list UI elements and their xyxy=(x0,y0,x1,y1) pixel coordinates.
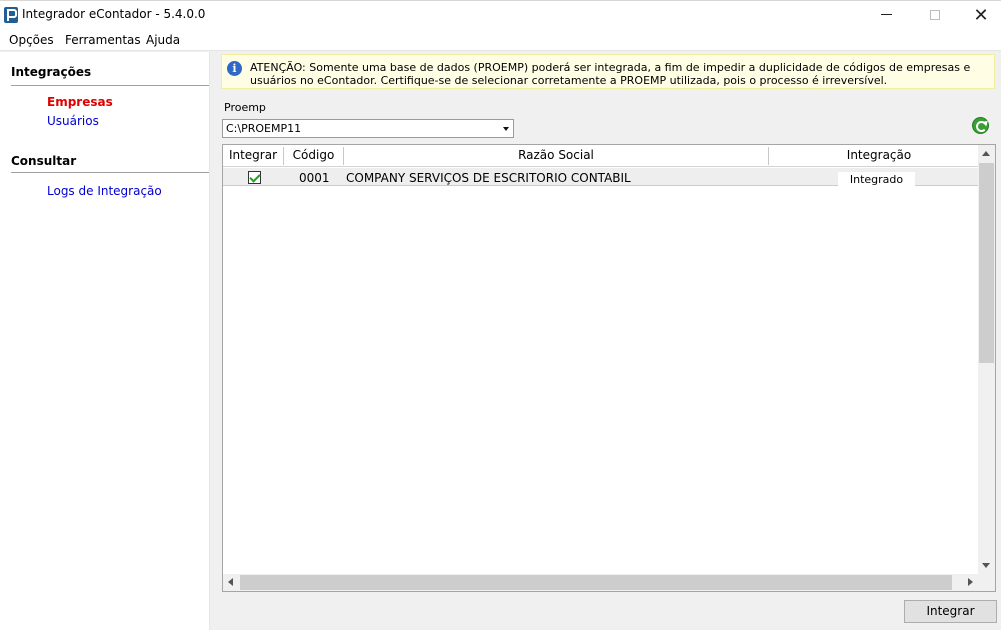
sidebar-section-consultar: Consultar xyxy=(11,154,77,168)
grid-header: Integrar Código Razão Social Integração xyxy=(223,145,978,167)
proemp-select-value: C:\PROEMP11 xyxy=(226,122,302,135)
refresh-icon[interactable] xyxy=(972,117,989,134)
cell-codigo: 0001 xyxy=(299,171,330,185)
scroll-right-icon[interactable] xyxy=(968,578,973,586)
scrollbar-corner xyxy=(978,574,995,591)
maximize-button[interactable] xyxy=(912,1,958,31)
vertical-scrollbar[interactable] xyxy=(978,145,995,574)
warning-banner: i ATENÇÃO: Somente uma base de dados (PR… xyxy=(221,54,995,89)
cell-razao-social: COMPANY SERVIÇOS DE ESCRITORIO CONTABIL xyxy=(346,171,631,185)
warning-text: ATENÇÃO: Somente uma base de dados (PROE… xyxy=(250,61,971,87)
proemp-label: Proemp xyxy=(224,101,266,114)
menu-bar: Opções Ferramentas Ajuda xyxy=(0,30,1001,51)
menu-opcoes[interactable]: Opções xyxy=(9,33,54,47)
integrar-checkbox[interactable] xyxy=(248,171,261,184)
scroll-down-icon[interactable] xyxy=(982,563,990,568)
sidebar: Integrações Empresas Usuários Consultar … xyxy=(0,52,210,630)
status-badge: Integrado xyxy=(838,172,915,190)
menu-ferramentas[interactable]: Ferramentas xyxy=(65,33,141,47)
horizontal-scrollbar[interactable] xyxy=(223,574,978,591)
maximize-icon xyxy=(930,10,940,20)
horizontal-scroll-thumb[interactable] xyxy=(240,575,952,590)
minimize-button[interactable] xyxy=(864,1,910,31)
vertical-scroll-thumb[interactable] xyxy=(979,163,994,363)
close-button[interactable]: ✕ xyxy=(958,1,1001,31)
sidebar-divider xyxy=(11,172,209,173)
chevron-down-icon xyxy=(503,127,509,131)
sidebar-section-integracoes: Integrações xyxy=(11,65,92,79)
sidebar-item-usuarios[interactable]: Usuários xyxy=(47,114,99,128)
column-header-codigo[interactable]: Código xyxy=(284,148,343,162)
scroll-left-icon[interactable] xyxy=(228,578,233,586)
table-row[interactable]: 0001 COMPANY SERVIÇOS DE ESCRITORIO CONT… xyxy=(223,168,978,190)
sidebar-divider xyxy=(11,85,209,86)
proemp-select[interactable]: C:\PROEMP11 xyxy=(222,119,514,138)
integrar-button[interactable]: Integrar xyxy=(904,600,997,623)
info-icon: i xyxy=(227,61,242,76)
scroll-up-icon[interactable] xyxy=(982,151,990,156)
sidebar-item-empresas[interactable]: Empresas xyxy=(47,95,113,109)
app-logo-icon xyxy=(4,7,18,23)
sidebar-item-logs-integracao[interactable]: Logs de Integração xyxy=(47,184,162,198)
column-header-integrar[interactable]: Integrar xyxy=(223,148,283,162)
column-header-integracao[interactable]: Integração xyxy=(769,148,989,162)
window-title: Integrador eContador - 5.4.0.0 xyxy=(22,7,206,21)
menu-ajuda[interactable]: Ajuda xyxy=(146,33,180,47)
companies-grid: Integrar Código Razão Social Integração … xyxy=(222,144,996,592)
minimize-icon xyxy=(881,14,892,15)
column-header-razao-social[interactable]: Razão Social xyxy=(344,148,768,162)
title-bar: Integrador eContador - 5.4.0.0 ✕ xyxy=(0,0,1001,30)
